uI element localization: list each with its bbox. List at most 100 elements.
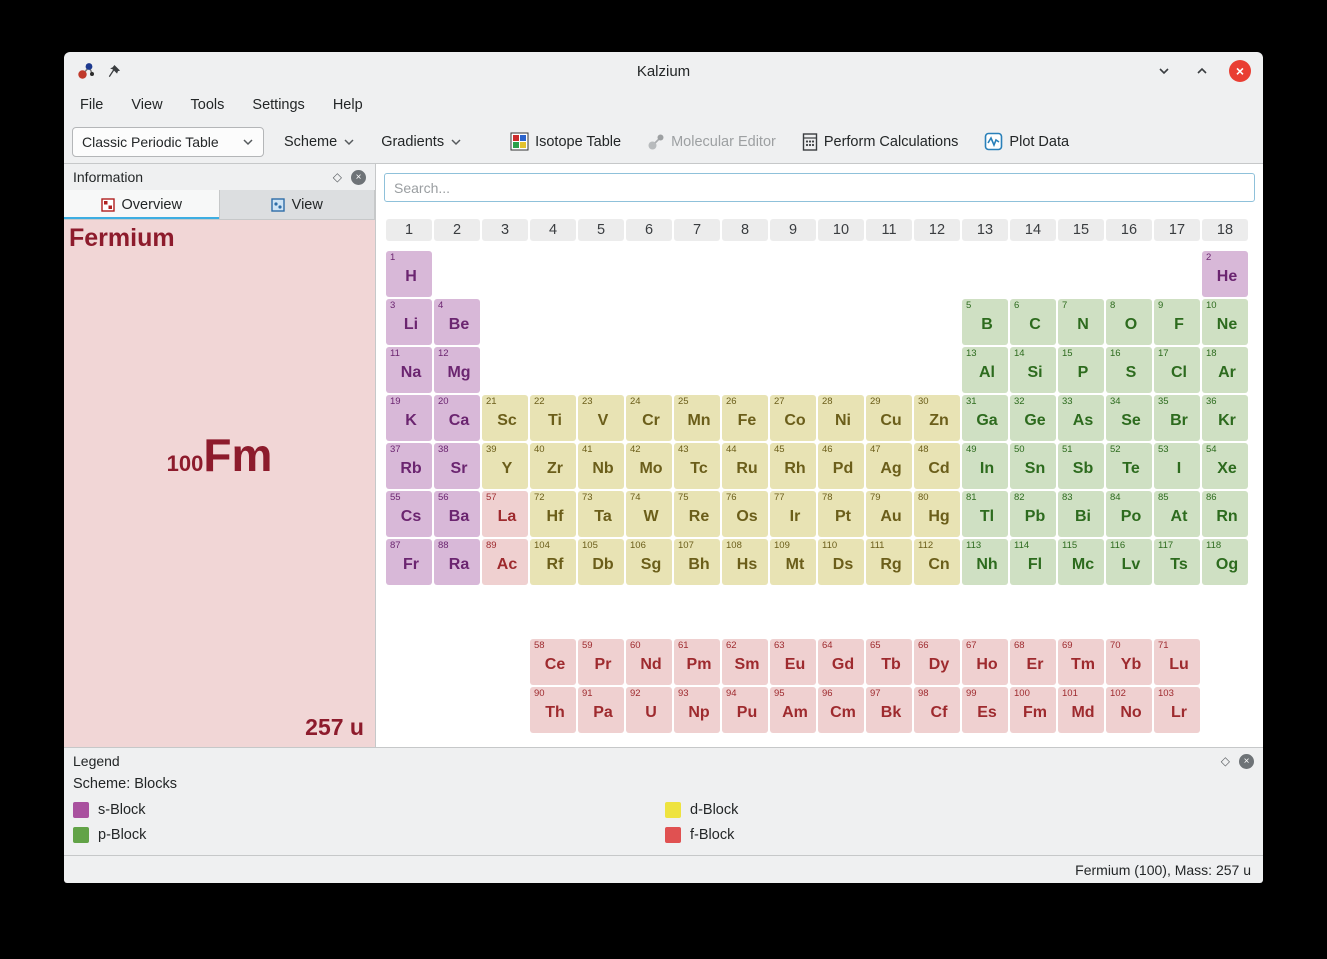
element-cell-lv[interactable]: 116Lv bbox=[1106, 539, 1152, 585]
element-cell-bh[interactable]: 107Bh bbox=[674, 539, 720, 585]
element-cell-tb[interactable]: 65Tb bbox=[866, 639, 912, 685]
menu-tools[interactable]: Tools bbox=[191, 97, 225, 113]
element-cell-h[interactable]: 1H bbox=[386, 251, 432, 297]
element-cell-in[interactable]: 49In bbox=[962, 443, 1008, 489]
element-cell-re[interactable]: 75Re bbox=[674, 491, 720, 537]
close-panel-icon[interactable]: × bbox=[1239, 754, 1254, 769]
element-cell-sb[interactable]: 51Sb bbox=[1058, 443, 1104, 489]
element-cell-po[interactable]: 84Po bbox=[1106, 491, 1152, 537]
pin-icon[interactable] bbox=[106, 64, 121, 79]
scheme-dropdown[interactable]: Scheme bbox=[278, 130, 361, 154]
element-cell-mg[interactable]: 12Mg bbox=[434, 347, 480, 393]
element-cell-ge[interactable]: 32Ge bbox=[1010, 395, 1056, 441]
element-cell-y[interactable]: 39Y bbox=[482, 443, 528, 489]
element-cell-u[interactable]: 92U bbox=[626, 687, 672, 733]
element-cell-pr[interactable]: 59Pr bbox=[578, 639, 624, 685]
element-cell-tm[interactable]: 69Tm bbox=[1058, 639, 1104, 685]
element-cell-b[interactable]: 5B bbox=[962, 299, 1008, 345]
element-cell-yb[interactable]: 70Yb bbox=[1106, 639, 1152, 685]
element-cell-ga[interactable]: 31Ga bbox=[962, 395, 1008, 441]
element-cell-at[interactable]: 85At bbox=[1154, 491, 1200, 537]
element-cell-ta[interactable]: 73Ta bbox=[578, 491, 624, 537]
tab-overview[interactable]: Overview bbox=[64, 190, 220, 219]
element-cell-ho[interactable]: 67Ho bbox=[962, 639, 1008, 685]
element-cell-er[interactable]: 68Er bbox=[1010, 639, 1056, 685]
menu-help[interactable]: Help bbox=[333, 97, 363, 113]
element-cell-ca[interactable]: 20Ca bbox=[434, 395, 480, 441]
menu-settings[interactable]: Settings bbox=[252, 97, 304, 113]
element-cell-n[interactable]: 7N bbox=[1058, 299, 1104, 345]
element-cell-ru[interactable]: 44Ru bbox=[722, 443, 768, 489]
element-cell-rg[interactable]: 111Rg bbox=[866, 539, 912, 585]
element-cell-si[interactable]: 14Si bbox=[1010, 347, 1056, 393]
element-cell-dy[interactable]: 66Dy bbox=[914, 639, 960, 685]
element-cell-sc[interactable]: 21Sc bbox=[482, 395, 528, 441]
element-cell-ti[interactable]: 22Ti bbox=[530, 395, 576, 441]
element-cell-sr[interactable]: 38Sr bbox=[434, 443, 480, 489]
element-cell-fl[interactable]: 114Fl bbox=[1010, 539, 1056, 585]
element-cell-zr[interactable]: 40Zr bbox=[530, 443, 576, 489]
element-cell-p[interactable]: 15P bbox=[1058, 347, 1104, 393]
element-cell-be[interactable]: 4Be bbox=[434, 299, 480, 345]
element-cell-cm[interactable]: 96Cm bbox=[818, 687, 864, 733]
element-cell-sg[interactable]: 106Sg bbox=[626, 539, 672, 585]
tab-view[interactable]: View bbox=[220, 190, 376, 219]
element-cell-ac[interactable]: 89Ac bbox=[482, 539, 528, 585]
element-cell-i[interactable]: 53I bbox=[1154, 443, 1200, 489]
element-cell-ar[interactable]: 18Ar bbox=[1202, 347, 1248, 393]
element-cell-no[interactable]: 102No bbox=[1106, 687, 1152, 733]
element-cell-cf[interactable]: 98Cf bbox=[914, 687, 960, 733]
close-window-button[interactable]: × bbox=[1229, 60, 1251, 82]
element-cell-og[interactable]: 118Og bbox=[1202, 539, 1248, 585]
element-cell-pt[interactable]: 78Pt bbox=[818, 491, 864, 537]
element-cell-ir[interactable]: 77Ir bbox=[770, 491, 816, 537]
element-cell-c[interactable]: 6C bbox=[1010, 299, 1056, 345]
element-cell-as[interactable]: 33As bbox=[1058, 395, 1104, 441]
element-cell-hs[interactable]: 108Hs bbox=[722, 539, 768, 585]
maximize-window-icon[interactable] bbox=[1191, 60, 1213, 82]
element-cell-f[interactable]: 9F bbox=[1154, 299, 1200, 345]
plot-data-button[interactable]: Plot Data bbox=[978, 128, 1075, 155]
element-cell-cu[interactable]: 29Cu bbox=[866, 395, 912, 441]
element-cell-tl[interactable]: 81Tl bbox=[962, 491, 1008, 537]
element-cell-pb[interactable]: 82Pb bbox=[1010, 491, 1056, 537]
element-cell-os[interactable]: 76Os bbox=[722, 491, 768, 537]
menu-file[interactable]: File bbox=[80, 97, 103, 113]
element-cell-co[interactable]: 27Co bbox=[770, 395, 816, 441]
element-cell-na[interactable]: 11Na bbox=[386, 347, 432, 393]
element-cell-he[interactable]: 2He bbox=[1202, 251, 1248, 297]
element-cell-au[interactable]: 79Au bbox=[866, 491, 912, 537]
element-cell-cn[interactable]: 112Cn bbox=[914, 539, 960, 585]
element-cell-pd[interactable]: 46Pd bbox=[818, 443, 864, 489]
element-cell-th[interactable]: 90Th bbox=[530, 687, 576, 733]
element-cell-li[interactable]: 3Li bbox=[386, 299, 432, 345]
element-cell-rn[interactable]: 86Rn bbox=[1202, 491, 1248, 537]
element-cell-fm[interactable]: 100Fm bbox=[1010, 687, 1056, 733]
element-cell-nd[interactable]: 60Nd bbox=[626, 639, 672, 685]
element-cell-pa[interactable]: 91Pa bbox=[578, 687, 624, 733]
element-cell-cs[interactable]: 55Cs bbox=[386, 491, 432, 537]
element-cell-kr[interactable]: 36Kr bbox=[1202, 395, 1248, 441]
element-cell-am[interactable]: 95Am bbox=[770, 687, 816, 733]
element-cell-te[interactable]: 52Te bbox=[1106, 443, 1152, 489]
element-cell-fe[interactable]: 26Fe bbox=[722, 395, 768, 441]
element-cell-sn[interactable]: 50Sn bbox=[1010, 443, 1056, 489]
element-cell-gd[interactable]: 64Gd bbox=[818, 639, 864, 685]
element-cell-db[interactable]: 105Db bbox=[578, 539, 624, 585]
element-cell-rf[interactable]: 104Rf bbox=[530, 539, 576, 585]
element-cell-ra[interactable]: 88Ra bbox=[434, 539, 480, 585]
gradients-dropdown[interactable]: Gradients bbox=[375, 130, 468, 154]
element-cell-mt[interactable]: 109Mt bbox=[770, 539, 816, 585]
float-panel-icon[interactable]: ◇ bbox=[333, 170, 342, 184]
isotope-table-button[interactable]: Isotope Table bbox=[504, 128, 627, 155]
element-cell-hf[interactable]: 72Hf bbox=[530, 491, 576, 537]
element-cell-v[interactable]: 23V bbox=[578, 395, 624, 441]
element-cell-ni[interactable]: 28Ni bbox=[818, 395, 864, 441]
element-cell-bk[interactable]: 97Bk bbox=[866, 687, 912, 733]
element-cell-cd[interactable]: 48Cd bbox=[914, 443, 960, 489]
element-cell-pm[interactable]: 61Pm bbox=[674, 639, 720, 685]
element-cell-br[interactable]: 35Br bbox=[1154, 395, 1200, 441]
perform-calculations-button[interactable]: Perform Calculations bbox=[796, 129, 965, 155]
element-cell-mo[interactable]: 42Mo bbox=[626, 443, 672, 489]
element-cell-md[interactable]: 101Md bbox=[1058, 687, 1104, 733]
